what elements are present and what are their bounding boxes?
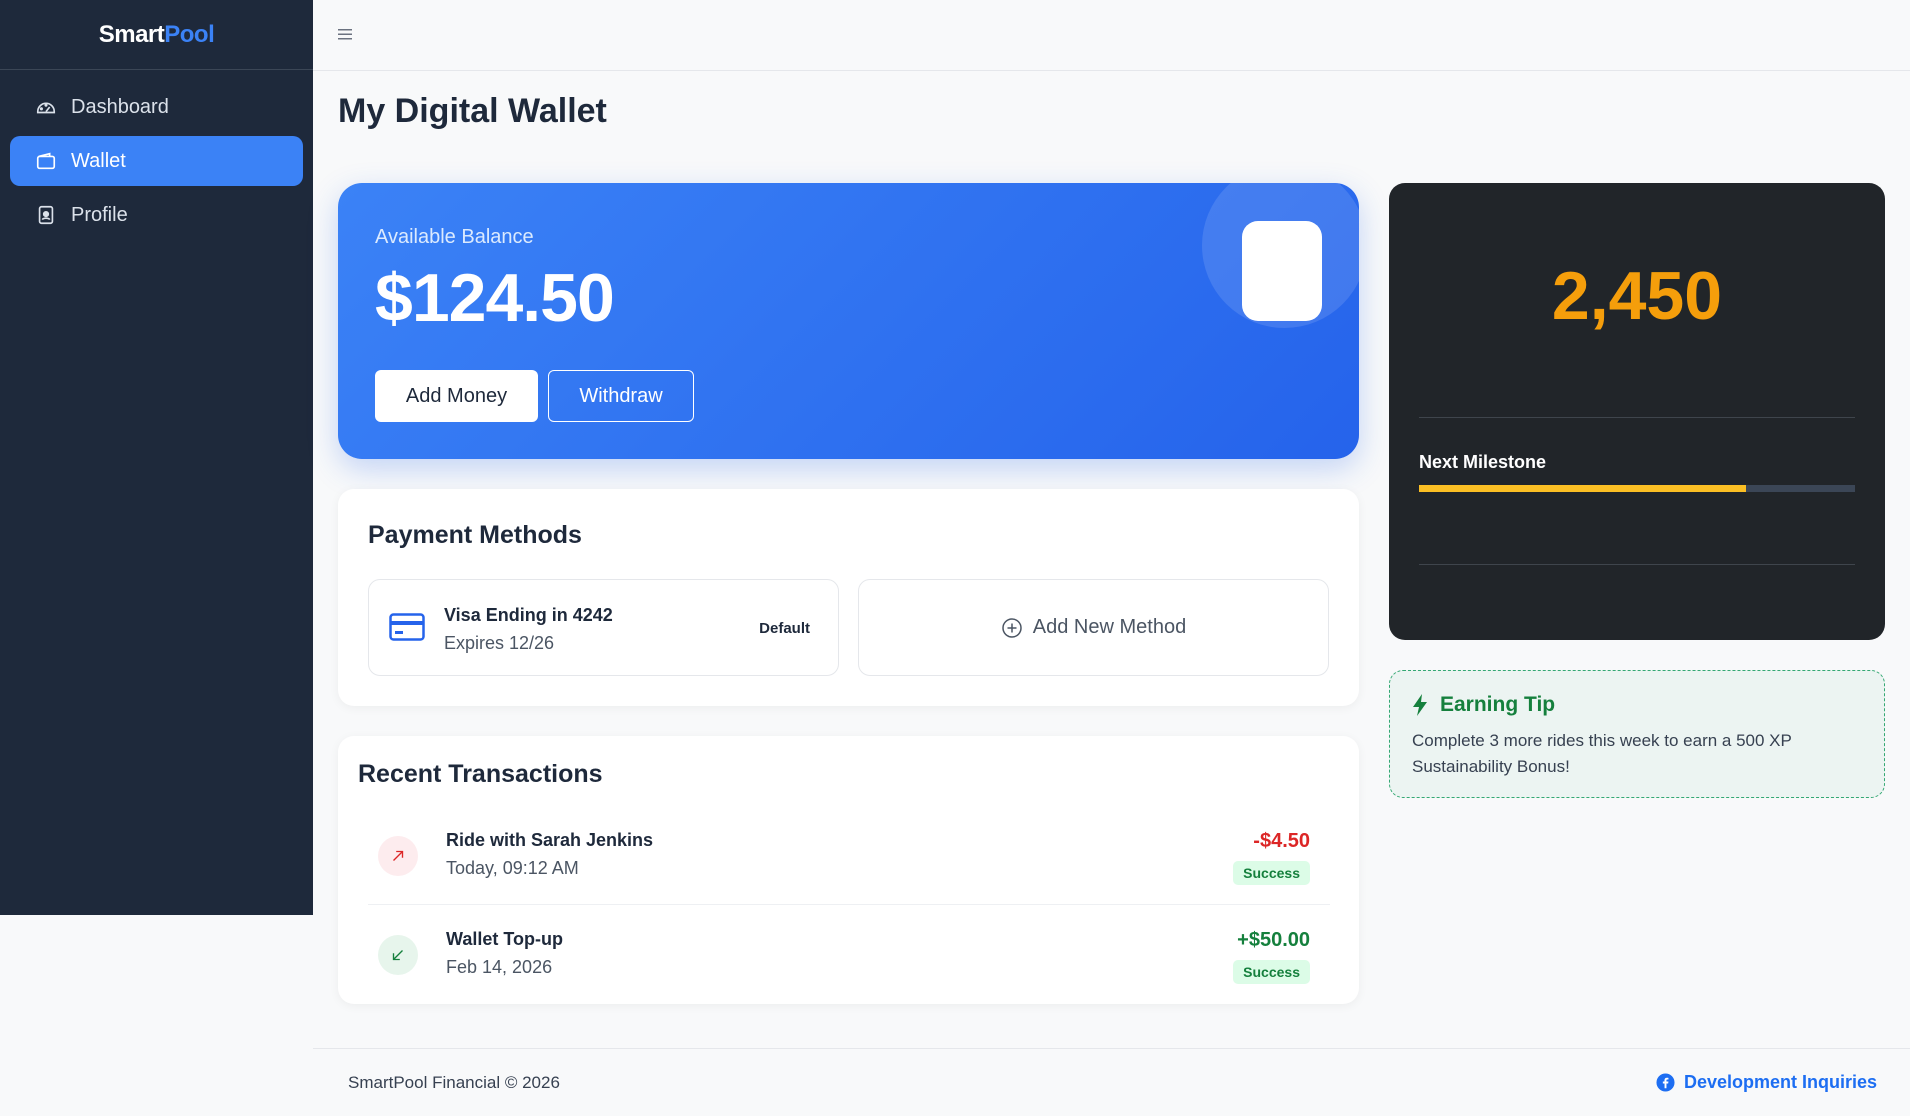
- status-badge: Success: [1233, 861, 1310, 885]
- plus-circle-icon: [1001, 617, 1023, 639]
- payment-methods-card: Payment Methods Visa Ending in 4242 Expi…: [338, 489, 1359, 706]
- milestone-label: Next Milestone: [1419, 452, 1547, 472]
- credit-card-icon: [389, 612, 425, 642]
- transaction-amount: -$4.50: [1253, 830, 1310, 852]
- development-inquiries-link[interactable]: Development Inquiries: [1656, 1072, 1877, 1093]
- sidebar-item-label: Dashboard: [71, 95, 169, 118]
- brand-part-pool: Pool: [164, 20, 215, 48]
- wallet-icon: [35, 150, 57, 172]
- milestone-progress-fill: [1419, 485, 1746, 492]
- footer-link-label: Development Inquiries: [1683, 1072, 1877, 1092]
- footer: SmartPool Financial © 2026 Development I…: [313, 1048, 1910, 1116]
- facebook-icon: [1656, 1073, 1675, 1092]
- recent-transactions-card: Recent Transactions Ride with Sarah Jenk…: [338, 736, 1359, 1004]
- xp-value: 2,450: [1551, 258, 1723, 334]
- balance-card: Available Balance $124.50 Add Money With…: [338, 183, 1359, 459]
- wallet-graphic-icon: [1242, 221, 1322, 321]
- topbar: [313, 0, 1910, 71]
- tip-text: Complete 3 more rides this week to earn …: [1412, 731, 1792, 776]
- sidebar-item-profile[interactable]: Profile: [10, 190, 303, 240]
- add-money-button[interactable]: Add Money: [375, 370, 538, 422]
- status-badge: Success: [1233, 960, 1310, 984]
- sidebar-item-wallet[interactable]: Wallet: [10, 136, 303, 186]
- tip-header: Earning Tip: [1412, 693, 1555, 717]
- add-new-method-button[interactable]: Add New Method: [858, 579, 1329, 676]
- card-expiry: Expires 12/26: [444, 633, 555, 653]
- sidebar: Smart Pool Dashboard Wallet Profile: [0, 0, 313, 915]
- divider: [1419, 564, 1855, 565]
- tip-title: Earning Tip: [1440, 693, 1556, 716]
- withdraw-button[interactable]: Withdraw: [548, 370, 694, 422]
- footer-copyright: SmartPool Financial © 2026: [348, 1073, 560, 1092]
- default-badge: Default: [759, 620, 810, 637]
- recent-transactions-title: Recent Transactions: [358, 760, 603, 788]
- milestone-progress-bar: [1419, 485, 1855, 492]
- balance-label: Available Balance: [375, 226, 534, 248]
- earning-tip-card: Earning Tip Complete 3 more rides this w…: [1389, 670, 1885, 798]
- add-new-method-label: Add New Method: [1032, 616, 1187, 638]
- hamburger-menu-icon[interactable]: [335, 24, 355, 44]
- sidebar-item-label: Profile: [71, 203, 128, 226]
- lightning-icon: [1413, 694, 1427, 716]
- transaction-name: Wallet Top-up: [446, 929, 563, 949]
- arrow-down-left-icon: [378, 935, 418, 975]
- transaction-date: Feb 14, 2026: [446, 957, 553, 977]
- visa-card-method[interactable]: Visa Ending in 4242 Expires 12/26 Defaul…: [368, 579, 839, 676]
- transaction-date: Today, 09:12 AM: [446, 858, 579, 878]
- transaction-name: Ride with Sarah Jenkins: [446, 830, 654, 850]
- table-row[interactable]: Wallet Top-up Feb 14, 2026 +$50.00 Succe…: [368, 905, 1330, 1004]
- card-name: Visa Ending in 4242: [444, 605, 613, 625]
- badge-icon: [35, 204, 57, 226]
- sidebar-item-dashboard[interactable]: Dashboard: [10, 82, 303, 132]
- xp-card: 2,450 Next Milestone: [1389, 183, 1885, 640]
- sidebar-item-label: Wallet: [71, 149, 126, 172]
- page-title: My Digital Wallet: [338, 92, 607, 130]
- table-row[interactable]: Ride with Sarah Jenkins Today, 09:12 AM …: [368, 806, 1330, 905]
- speedometer-icon: [35, 96, 57, 118]
- balance-amount: $124.50: [375, 260, 615, 336]
- payment-methods-title: Payment Methods: [368, 521, 582, 549]
- arrow-up-right-icon: [378, 836, 418, 876]
- divider: [1419, 417, 1855, 418]
- sidebar-nav: Dashboard Wallet Profile: [0, 70, 313, 256]
- brand-part-smart: Smart: [98, 20, 165, 48]
- brand-logo[interactable]: Smart Pool: [0, 0, 313, 70]
- transaction-amount: +$50.00: [1237, 929, 1310, 951]
